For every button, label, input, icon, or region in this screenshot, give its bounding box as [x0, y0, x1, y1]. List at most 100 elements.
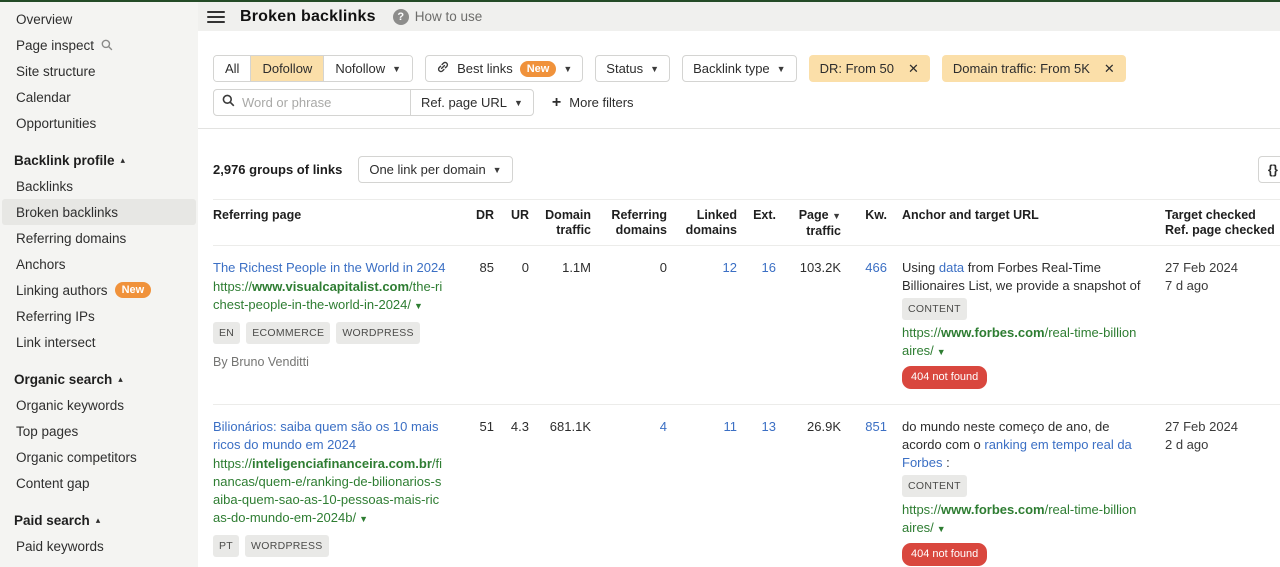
- sidebar-item-label: Referring IPs: [16, 308, 95, 324]
- column-header-keywords[interactable]: Kw.: [841, 205, 887, 239]
- page-title: Broken backlinks: [240, 7, 376, 25]
- column-header-referring-page[interactable]: Referring page: [213, 205, 458, 239]
- how-to-use-label: How to use: [414, 9, 483, 24]
- linked-domains-link[interactable]: 11: [667, 418, 738, 567]
- sidebar-item-label: Anchors: [16, 256, 66, 272]
- sidebar-item-broken-backlinks[interactable]: Broken backlinks: [2, 199, 196, 225]
- ext-links-link[interactable]: 16: [737, 259, 776, 389]
- sidebar-item-label: Top pages: [16, 423, 79, 439]
- sidebar-item-calendar[interactable]: Calendar: [2, 84, 196, 110]
- close-icon[interactable]: ✕: [1104, 61, 1115, 77]
- url-expand-icon[interactable]: ▼: [414, 301, 423, 311]
- column-header-referring-domains[interactable]: Referring domains: [591, 205, 667, 239]
- checked-dates-cell: 27 Feb 2024 2 d ago: [1155, 418, 1280, 567]
- sidebar-section-label: Paid search: [14, 512, 90, 528]
- sidebar-item-opportunities[interactable]: Opportunities: [2, 110, 196, 136]
- ref-page-url-dropdown[interactable]: Ref. page URL ▼: [410, 89, 534, 116]
- sidebar-item-referring-domains[interactable]: Referring domains: [2, 225, 196, 251]
- ext-links-link[interactable]: 13: [737, 418, 776, 567]
- checked-dates-cell: 27 Feb 2024 7 d ago: [1155, 259, 1280, 389]
- help-icon: ?: [392, 8, 409, 25]
- sidebar-item-organic-competitors[interactable]: Organic competitors: [2, 444, 196, 470]
- column-header-ur[interactable]: UR: [494, 205, 529, 239]
- best-links-dropdown[interactable]: Best links New ▼: [425, 55, 584, 82]
- more-filters-button[interactable]: + More filters: [551, 93, 634, 111]
- sidebar-item-site-structure[interactable]: Site structure: [2, 58, 196, 84]
- sidebar-item-organic-keywords[interactable]: Organic keywords: [2, 392, 196, 418]
- keywords-link[interactable]: 466: [841, 259, 887, 389]
- url-expand-icon[interactable]: ▼: [937, 347, 946, 357]
- search-icon: [222, 94, 235, 112]
- follow-segmented-control: All Dofollow Nofollow ▼: [213, 55, 414, 82]
- sidebar-section-organic-search[interactable]: Organic search ▴: [0, 366, 198, 392]
- sidebar-section-paid-search[interactable]: Paid search ▴: [0, 507, 198, 533]
- column-header-anchor[interactable]: Anchor and target URL: [887, 205, 1155, 239]
- menu-icon[interactable]: [207, 9, 225, 25]
- segment-all[interactable]: All: [214, 56, 251, 81]
- anchor-link[interactable]: data: [939, 260, 964, 275]
- column-header-checked[interactable]: Target checked Ref. page checked: [1155, 205, 1280, 239]
- referring-page-cell: The Richest People in the World in 2024 …: [213, 259, 458, 389]
- broken-backlinks-app: Overview Page inspect Site structure Cal…: [0, 0, 1280, 567]
- close-icon[interactable]: ✕: [908, 61, 919, 77]
- referring-domains-link[interactable]: 4: [591, 418, 667, 567]
- sidebar-item-top-pages[interactable]: Top pages: [2, 418, 196, 444]
- status-label: Status: [606, 61, 644, 76]
- api-export-button[interactable]: {}: [1257, 156, 1280, 183]
- url-expand-icon[interactable]: ▼: [937, 524, 946, 534]
- tag-badge: WORDPRESS: [245, 535, 329, 557]
- segment-nofollow[interactable]: Nofollow ▼: [323, 56, 413, 81]
- page-tags: EN ECOMMERCE WORDPRESS: [213, 322, 446, 344]
- url-expand-icon[interactable]: ▼: [359, 514, 368, 524]
- column-header-dr[interactable]: DR: [458, 205, 494, 239]
- column-header-domain-traffic[interactable]: Domain traffic: [529, 205, 591, 239]
- ur-cell: 4.3: [510, 419, 529, 434]
- sidebar-item-label: Calendar: [16, 89, 71, 105]
- sidebar-item-anchors[interactable]: Anchors: [2, 251, 196, 277]
- column-header-page-traffic[interactable]: Page ▼ traffic: [776, 205, 841, 239]
- target-url: https://www.forbes.com/real-time-billion…: [902, 502, 1137, 535]
- sidebar-item-page-inspect[interactable]: Page inspect: [2, 32, 196, 58]
- segment-dofollow[interactable]: Dofollow: [250, 56, 324, 81]
- chevron-down-icon: ▼: [514, 98, 523, 108]
- column-header-ext[interactable]: Ext.: [737, 205, 776, 239]
- sidebar-item-referring-ips[interactable]: Referring IPs: [2, 303, 196, 329]
- chevron-up-icon: ▴: [95, 514, 101, 525]
- sidebar-item-link-intersect[interactable]: Link intersect: [2, 329, 196, 355]
- filter-row-1: All Dofollow Nofollow ▼ Best links New ▼…: [213, 55, 1280, 82]
- backlink-type-dropdown[interactable]: Backlink type ▼: [682, 55, 797, 82]
- how-to-use-link[interactable]: ? How to use: [392, 8, 483, 25]
- linked-domains-link[interactable]: 12: [667, 259, 737, 389]
- group-mode-label: One link per domain: [369, 162, 486, 177]
- search-input[interactable]: [242, 95, 402, 110]
- new-badge: New: [519, 60, 557, 77]
- content-tag-badge: CONTENT: [902, 475, 967, 497]
- page-traffic-cell: 26.9K: [807, 419, 841, 434]
- filter-chip-domain-traffic[interactable]: Domain traffic: From 5K ✕: [941, 55, 1126, 82]
- filter-chip-dr[interactable]: DR: From 50 ✕: [808, 55, 930, 82]
- target-checked-date: 27 Feb 2024: [1165, 260, 1239, 275]
- sidebar-item-label: Site structure: [16, 63, 96, 79]
- keywords-link[interactable]: 851: [841, 418, 887, 567]
- sidebar-section-backlink-profile[interactable]: Backlink profile ▴: [0, 147, 198, 173]
- dr-cell: 51: [479, 419, 494, 434]
- referring-page-title-link[interactable]: The Richest People in the World in 2024: [213, 259, 446, 277]
- sidebar-item-label: Opportunities: [16, 115, 97, 131]
- sidebar-item-paid-keywords[interactable]: Paid keywords: [2, 533, 196, 559]
- sidebar-item-label: Backlinks: [16, 178, 74, 194]
- plus-icon: +: [551, 93, 562, 111]
- filter-chip-label: Domain traffic: From 5K: [952, 61, 1090, 76]
- sidebar-item-linking-authors[interactable]: Linking authors New: [2, 277, 196, 303]
- sidebar-item-label: Paid keywords: [16, 538, 104, 554]
- status-badge: 404 not found: [902, 366, 988, 389]
- sidebar-item-overview[interactable]: Overview: [2, 6, 196, 32]
- sidebar-section-label: Backlink profile: [14, 152, 115, 168]
- column-header-linked-domains[interactable]: Linked domains: [667, 205, 737, 239]
- domain-traffic-cell: 681.1K: [549, 419, 591, 434]
- group-mode-dropdown[interactable]: One link per domain ▼: [358, 156, 513, 183]
- status-dropdown[interactable]: Status ▼: [595, 55, 671, 82]
- referring-page-title-link[interactable]: Bilionários: saiba quem são os 10 mais r…: [213, 418, 446, 454]
- segment-label: Nofollow: [335, 61, 386, 76]
- sidebar-item-content-gap[interactable]: Content gap: [2, 470, 196, 496]
- sidebar-item-backlinks[interactable]: Backlinks: [2, 173, 196, 199]
